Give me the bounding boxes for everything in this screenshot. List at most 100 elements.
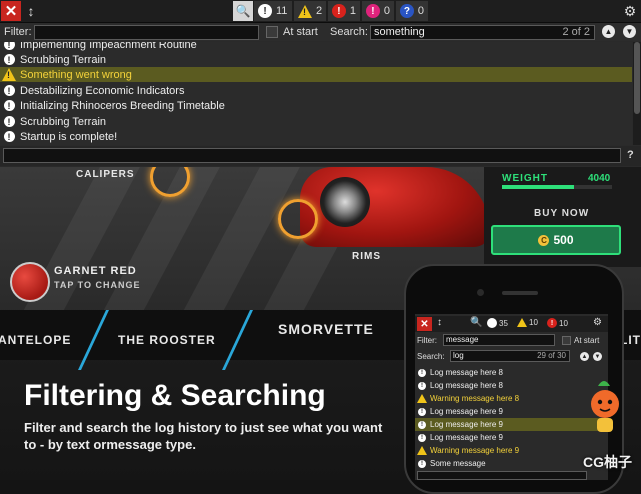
search-next-button[interactable]: ▼ bbox=[623, 25, 636, 38]
phone-warning-count-toggle[interactable]: 10 bbox=[517, 318, 538, 327]
log-text: Implementing Impeachment Routine bbox=[20, 42, 197, 51]
search-button[interactable]: 🔍 bbox=[233, 1, 253, 21]
buy-now-label: BUY NOW bbox=[534, 208, 590, 219]
filter-input[interactable] bbox=[34, 25, 259, 40]
rims-label: RIMS bbox=[352, 251, 381, 262]
warning-icon bbox=[417, 446, 427, 455]
phone-list-item[interactable]: Warning message here 9 bbox=[415, 444, 608, 457]
list-item-selected[interactable]: ! Something went wrong bbox=[0, 67, 632, 82]
close-icon: ✕ bbox=[420, 318, 429, 330]
phone-close-button[interactable]: ✕ bbox=[417, 317, 432, 331]
phone-resize-icon[interactable]: ↕ bbox=[437, 317, 442, 328]
rims-hotspot[interactable] bbox=[278, 199, 318, 239]
assert-icon: ? bbox=[400, 4, 414, 18]
search-input[interactable]: something 2 of 2 bbox=[370, 25, 595, 40]
phone-search-value: log bbox=[453, 351, 464, 360]
info-icon: ! bbox=[3, 42, 15, 50]
log-text: Log message here 8 bbox=[430, 368, 503, 377]
close-icon: ✕ bbox=[4, 3, 18, 20]
car-option-rooster[interactable]: THE ROOSTER bbox=[118, 333, 216, 347]
weight-value: 4040 bbox=[588, 173, 611, 184]
info-icon: ! bbox=[3, 131, 15, 142]
log-text: Log message here 9 bbox=[430, 433, 503, 442]
buy-button[interactable]: C 500 bbox=[491, 225, 621, 255]
phone-console-toolbar: ✕ ↕ 🔍 ! 35 10 ! 10 ⚙ bbox=[415, 316, 608, 332]
price: 500 bbox=[553, 233, 574, 247]
warning-count-toggle[interactable]: ! 2 bbox=[294, 1, 326, 21]
log-text: Destabilizing Economic Indicators bbox=[20, 84, 185, 97]
car-option-antelope[interactable]: ANTELOPE bbox=[0, 333, 71, 347]
list-item[interactable]: ! Scrubbing Terrain bbox=[0, 114, 632, 129]
filter-label: Filter: bbox=[4, 26, 32, 38]
debug-console: ✕ ↕ 🔍 ! 11 ! 2 ! 1 ! 0 ? 0 ⚙ Filter: At … bbox=[0, 0, 641, 167]
warning-icon: ! bbox=[2, 68, 16, 81]
phone-search-icon[interactable]: 🔍 bbox=[470, 317, 482, 328]
phone-search-prev-button[interactable]: ▲ bbox=[580, 352, 589, 361]
gear-icon: ⚙ bbox=[623, 2, 637, 19]
color-action: TAP TO CHANGE bbox=[54, 280, 141, 290]
car-wheel bbox=[320, 177, 370, 227]
exception-icon: ! bbox=[366, 4, 380, 18]
phone-command-input[interactable] bbox=[417, 471, 587, 480]
warning-count: 2 bbox=[316, 5, 323, 17]
list-item[interactable]: ! Implementing Impeachment Routine bbox=[0, 42, 632, 52]
log-scrollbar[interactable] bbox=[633, 42, 641, 145]
phone-filter-label: Filter: bbox=[417, 336, 437, 345]
filter-bar: Filter: At start Search: something 2 of … bbox=[0, 23, 641, 41]
phone-error-count-toggle[interactable]: ! 10 bbox=[547, 318, 568, 328]
info-icon: ! bbox=[418, 368, 426, 377]
log-text: Log message here 8 bbox=[430, 381, 503, 390]
error-count: 1 bbox=[349, 5, 356, 17]
log-count-toggle[interactable]: ! 11 bbox=[254, 1, 292, 21]
close-button[interactable]: ✕ bbox=[1, 1, 21, 21]
weight-label: WEIGHT bbox=[502, 173, 548, 184]
at-start-label: At start bbox=[283, 26, 318, 38]
info-icon: ! bbox=[3, 116, 15, 127]
list-item[interactable]: ! Destabilizing Economic Indicators bbox=[0, 83, 632, 98]
phone-log-count-toggle[interactable]: ! 35 bbox=[487, 318, 508, 328]
weight-bar-fill bbox=[502, 185, 574, 189]
exception-count-toggle[interactable]: ! 0 bbox=[362, 1, 394, 21]
warning-icon: ! bbox=[298, 4, 312, 18]
log-icon: ! bbox=[487, 318, 497, 328]
color-name: GARNET RED bbox=[54, 265, 137, 277]
error-icon: ! bbox=[332, 4, 346, 18]
phone-filter-input[interactable]: message bbox=[443, 334, 555, 346]
log-list[interactable]: ! Implementing Impeachment Routine ! Scrub… bbox=[0, 42, 632, 145]
command-input[interactable] bbox=[3, 148, 621, 163]
search-icon: 🔍 bbox=[235, 4, 251, 18]
watermark-text: CG柚子 bbox=[583, 454, 632, 470]
log-text: Scrubbing Terrain bbox=[20, 53, 107, 66]
search-label: Search: bbox=[330, 26, 368, 38]
help-icon[interactable]: ? bbox=[627, 149, 634, 161]
phone-camera bbox=[477, 289, 484, 296]
info-icon: ! bbox=[418, 459, 426, 468]
list-item[interactable]: ! Initializing Rhinoceros Breeding Timeta… bbox=[0, 98, 632, 113]
car-option-smorvette[interactable]: SMORVETTE bbox=[278, 321, 374, 337]
list-item[interactable]: ! Startup is complete! bbox=[0, 129, 632, 144]
error-count-toggle[interactable]: ! 1 bbox=[328, 1, 360, 21]
search-prev-button[interactable]: ▲ bbox=[602, 25, 615, 38]
phone-search-next-button[interactable]: ▼ bbox=[593, 352, 602, 361]
color-swatch-button[interactable] bbox=[10, 262, 50, 302]
assert-count-toggle[interactable]: ? 0 bbox=[396, 1, 428, 21]
log-text: Some message bbox=[430, 459, 486, 468]
chevron-up-icon: ▲ bbox=[604, 27, 613, 36]
info-icon: ! bbox=[418, 407, 426, 416]
gear-icon[interactable]: ⚙ bbox=[593, 317, 602, 328]
console-toolbar: ✕ ↕ 🔍 ! 11 ! 2 ! 1 ! 0 ? 0 ⚙ bbox=[0, 0, 641, 23]
coin-icon: C bbox=[538, 234, 550, 246]
list-item[interactable]: ! Scrubbing Terrain bbox=[0, 52, 632, 67]
at-start-checkbox[interactable] bbox=[266, 26, 278, 38]
scrollbar-thumb[interactable] bbox=[634, 42, 640, 114]
phone-at-start-checkbox[interactable] bbox=[562, 336, 571, 345]
resize-arrows-icon: ↕ bbox=[27, 3, 35, 19]
settings-button[interactable]: ⚙ bbox=[621, 1, 639, 21]
phone-list-item[interactable]: ! Some message bbox=[415, 457, 608, 470]
phone-search-input[interactable]: log 29 of 30 bbox=[450, 350, 570, 362]
search-value: something bbox=[374, 26, 425, 38]
info-icon: ! bbox=[3, 54, 15, 65]
log-icon: ! bbox=[258, 4, 272, 18]
resize-button[interactable]: ↕ bbox=[22, 1, 40, 21]
chevron-up-icon: ▲ bbox=[581, 353, 588, 360]
